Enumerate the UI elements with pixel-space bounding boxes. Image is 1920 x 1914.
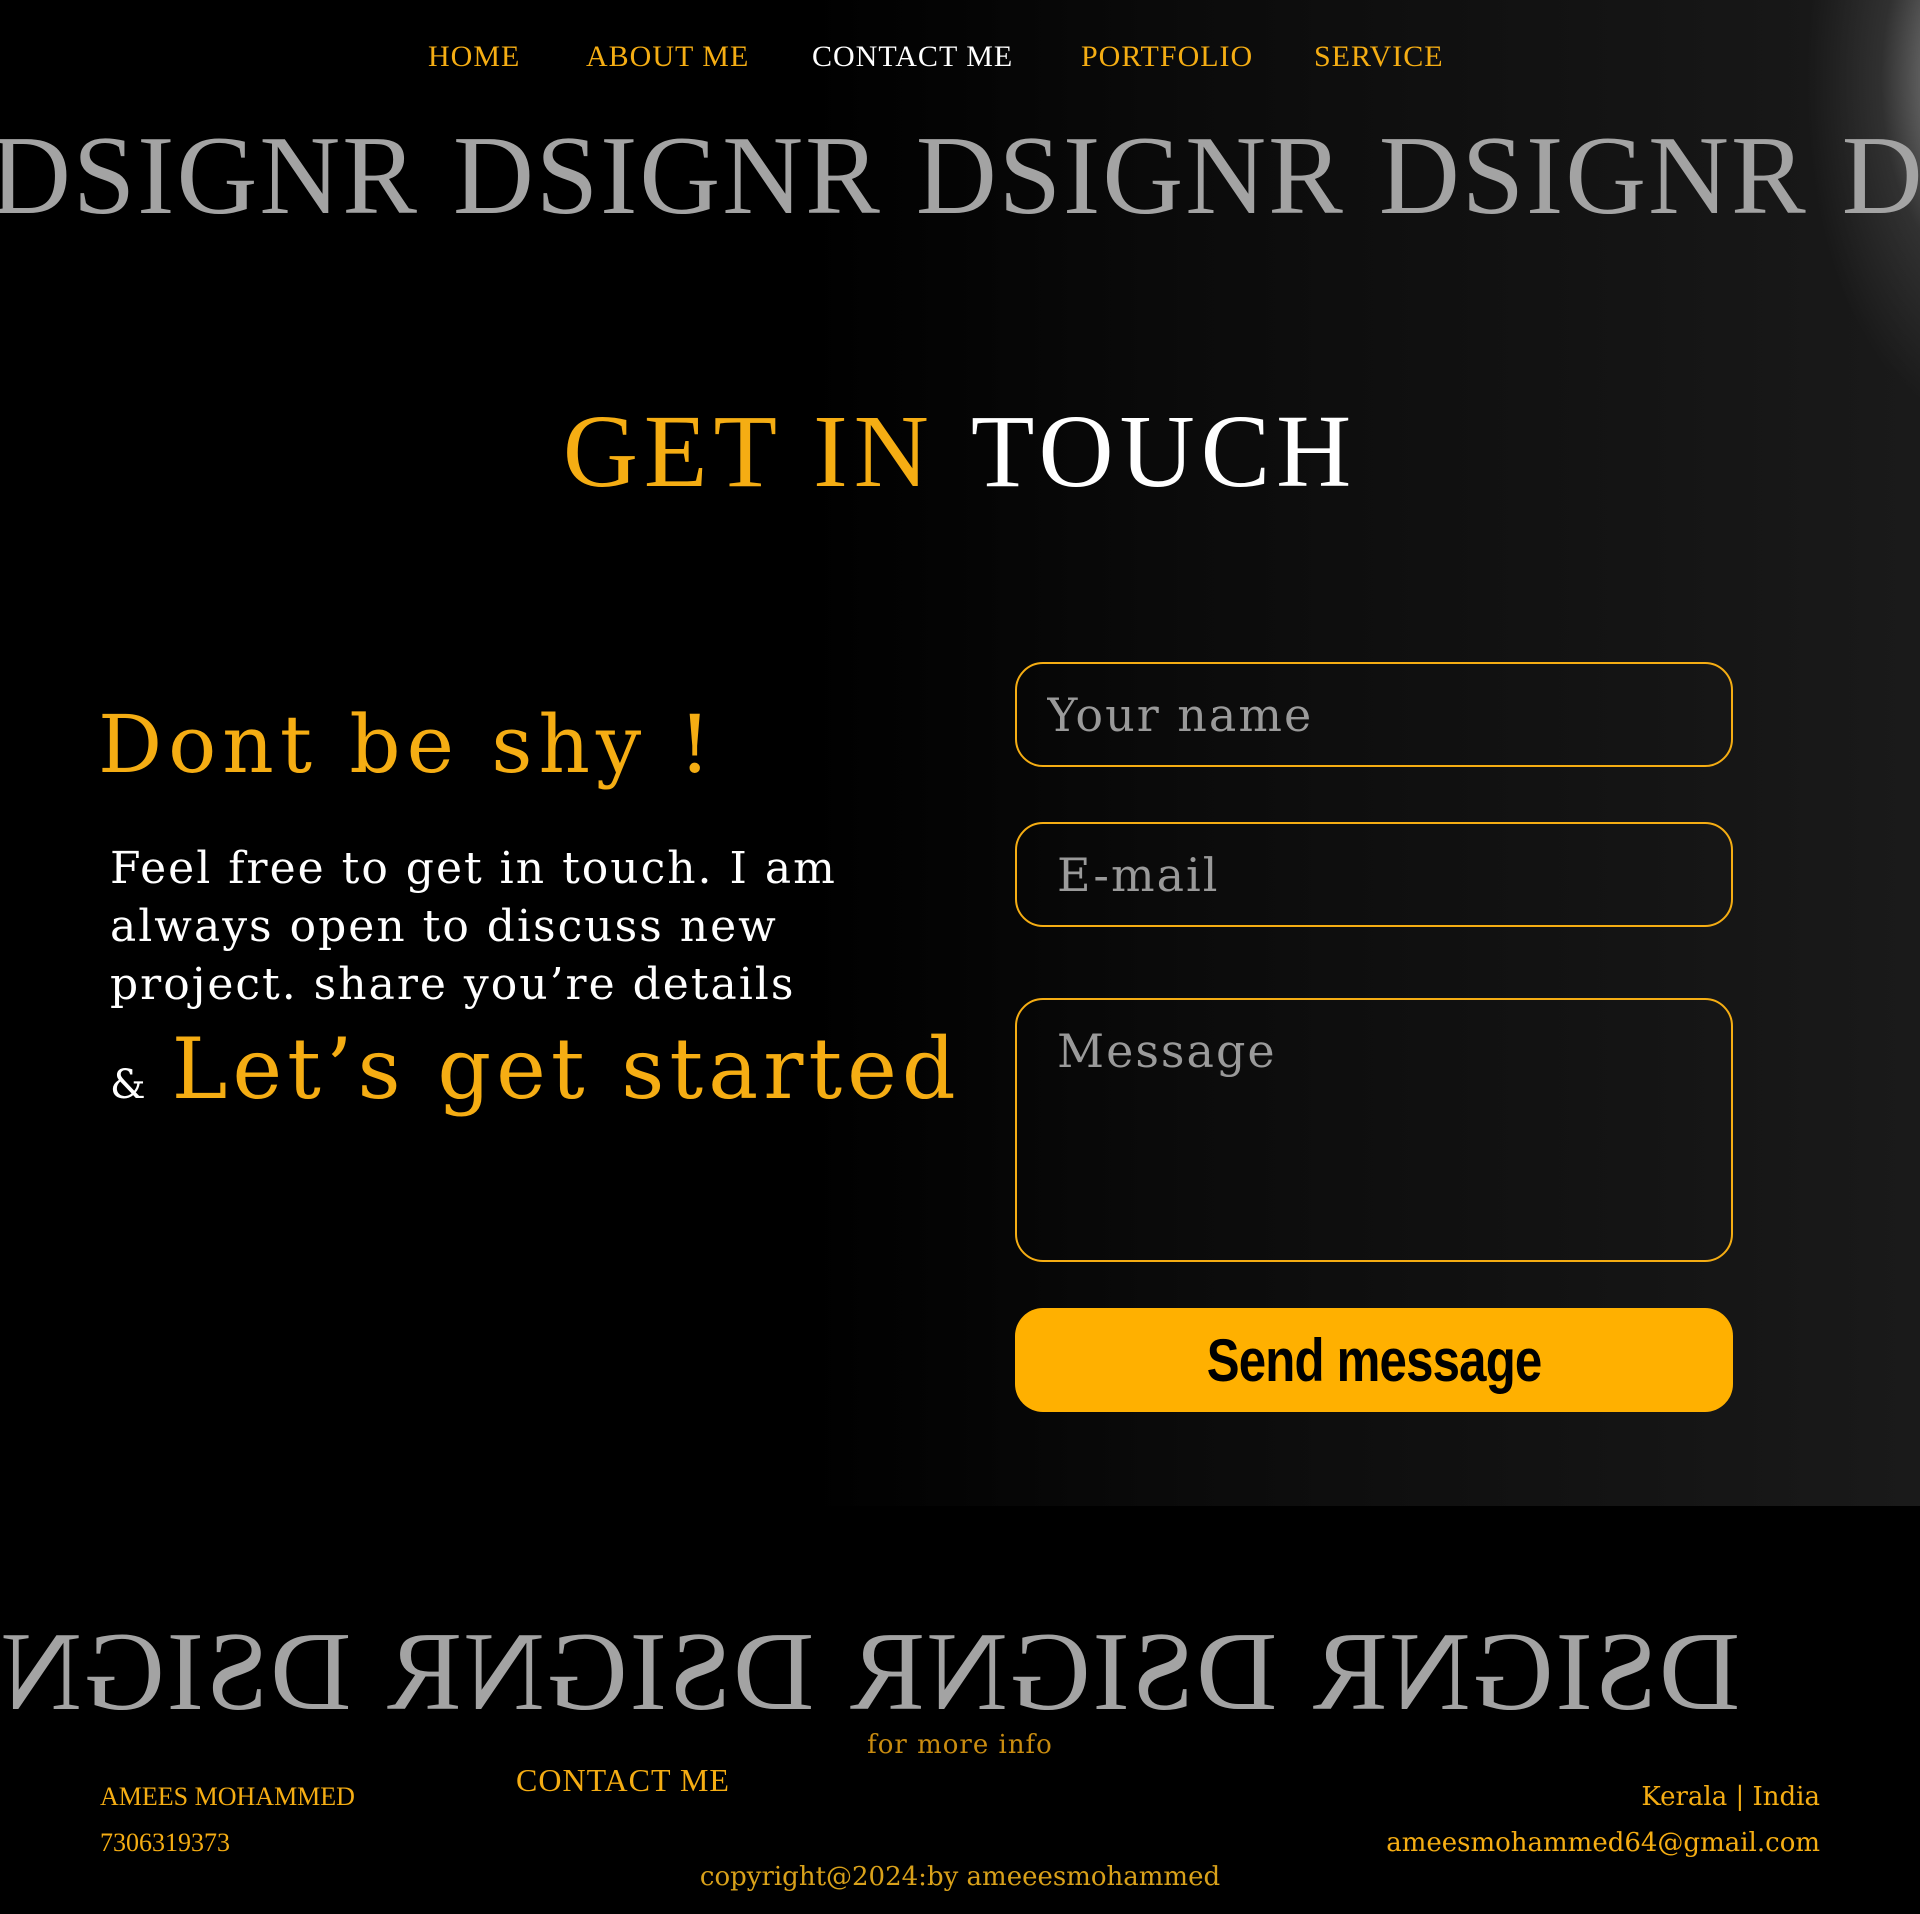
marquee-word: DSIGNR [385,1616,815,1728]
footer-owner-name: AMEES MOHAMMED [100,1782,355,1811]
main-nav: HOME ABOUT ME CONTACT ME PORTFOLIO SERVI… [0,30,1920,80]
footer-email-link[interactable]: ameesmohammed64@gmail.com [1386,1828,1820,1858]
marquee-word: DSIGNR [452,120,882,232]
email-input[interactable] [1015,822,1733,927]
marquee-word: DSIGNR [1311,1616,1740,1728]
dsignr-marquee-top: DSIGNRDSIGNRDSIGNRDSIGNRDSIGNRDSIGNR [0,120,1920,232]
send-message-button[interactable]: Send message [1015,1308,1733,1412]
get-started-line: & Let’s get started [110,1020,961,1118]
page-title: GET IN TOUCH [0,392,1920,511]
shy-heading: Dont be shy ! [98,698,717,791]
get-started-text: Let’s get started [171,1020,961,1118]
marquee-word: DSIGNR [1378,120,1808,232]
contact-page: HOME ABOUT ME CONTACT ME PORTFOLIO SERVI… [0,0,1920,1914]
dsignr-marquee-mirrored: DSIGNRDSIGNRDSIGNRDSIGNRDSIGNRDSIGNR [0,1616,1740,1728]
nav-home[interactable]: HOME [428,40,520,74]
hero-section: HOME ABOUT ME CONTACT ME PORTFOLIO SERVI… [0,0,1920,1506]
page-title-accent: GET IN [562,394,935,509]
footer-contact-link[interactable]: CONTACT ME [516,1762,730,1799]
name-input[interactable] [1015,662,1733,767]
footer-phone[interactable]: 7306319373 [100,1828,230,1858]
marquee-word: DSIGNR [848,1616,1278,1728]
more-info-text: for more info [867,1730,1053,1760]
nav-portfolio[interactable]: PORTFOLIO [1081,40,1253,74]
message-textarea[interactable] [1015,998,1733,1262]
page-title-main: TOUCH [970,394,1358,509]
footer-location: Kerala | India [1641,1782,1820,1812]
marquee-word: DSIGNR [915,120,1345,232]
marquee-word: DSIGNR [0,120,419,232]
send-message-label: Send message [1206,1326,1543,1394]
intro-text: Feel free to get in touch. I am always o… [110,843,837,1010]
nav-about-me[interactable]: ABOUT ME [586,40,749,74]
footer-copyright: copyright@2024:by ameeesmohammed [699,1862,1221,1892]
marquee-word: DSIGNR [1841,120,1920,232]
marquee-word: DSIGNR [0,1616,352,1728]
ampersand: & [110,1062,146,1108]
nav-contact-me[interactable]: CONTACT ME [812,40,1013,74]
nav-service[interactable]: SERVICE [1314,40,1444,74]
